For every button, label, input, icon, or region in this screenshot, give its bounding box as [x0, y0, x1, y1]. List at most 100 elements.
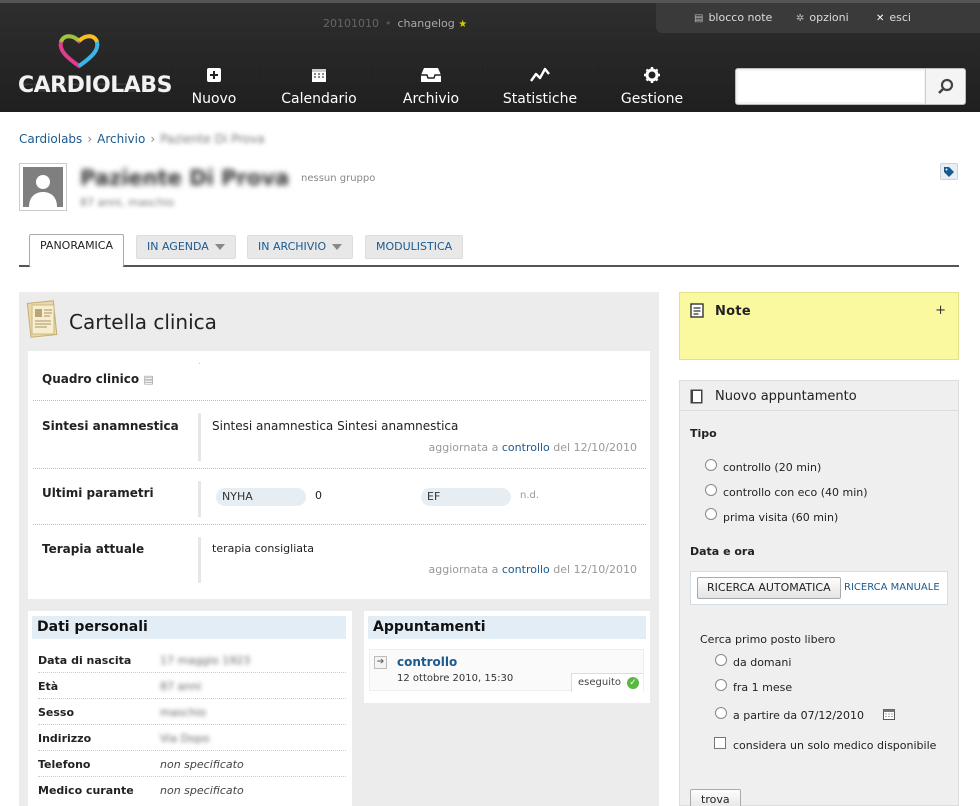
quadro-clinico-label: Quadro clinico ▤	[42, 372, 154, 386]
breadcrumb-home[interactable]: Cardiolabs	[19, 132, 82, 146]
calendar-icon[interactable]	[883, 708, 895, 720]
nuovo-appuntamento-panel: Nuovo appuntamento Tipo controllo (20 mi…	[679, 380, 959, 806]
inbox-icon	[421, 68, 441, 82]
patient-info: 87 anni, maschio	[80, 196, 175, 209]
solo-medico-label: considera un solo medico disponibile	[733, 739, 937, 752]
medical-record-icon	[26, 300, 58, 338]
cartella-clinica-panel: Cartella clinica Quadro clinico ▤ · Sint…	[19, 292, 659, 806]
gear-icon	[644, 67, 660, 83]
logout-link[interactable]: ✕ esci	[876, 11, 911, 24]
radio-da-domani[interactable]	[715, 654, 727, 666]
ricerca-manuale-link[interactable]: RICERCA MANUALE	[844, 582, 940, 593]
terapia-meta: aggiornata a controllo del 12/10/2010	[428, 563, 637, 576]
nav-gestione[interactable]: Gestione	[612, 61, 692, 111]
tab-in-agenda[interactable]: IN AGENDA	[136, 235, 236, 259]
avatar	[19, 163, 67, 211]
nav-statistiche[interactable]: Statistiche	[494, 61, 586, 111]
trova-button[interactable]: trova	[690, 789, 741, 806]
ricerca-automatica-button[interactable]: RICERCA AUTOMATICA	[697, 577, 841, 599]
tab-panoramica[interactable]: PANORAMICA	[29, 234, 125, 267]
dp-row: Indirizzo Via Dopo	[38, 725, 346, 751]
dp-row: Medico curante non specificato	[38, 784, 244, 797]
tag-button[interactable]	[940, 163, 958, 180]
notepad-icon: ▤	[694, 13, 704, 24]
check-icon: ✓	[627, 677, 639, 689]
sintesi-label: Sintesi anamnestica	[42, 419, 179, 433]
logo-reflection: CARDIOLABS	[18, 80, 172, 94]
option-da-domani: da domani	[733, 656, 792, 669]
patient-name: Paziente Di Prova	[80, 166, 290, 190]
patient-group[interactable]: nessun gruppo	[301, 173, 375, 184]
data-ora-label: Data e ora	[690, 545, 755, 558]
nav-archivio[interactable]: Archivio	[386, 61, 476, 111]
nyha-pill: NYHA	[216, 488, 306, 506]
gear-icon: ✲	[796, 13, 805, 24]
terapia-controllo-link[interactable]: controllo	[502, 563, 550, 576]
add-note-button[interactable]: +	[935, 303, 946, 318]
option-controllo-eco: controllo con eco (40 min)	[723, 486, 868, 499]
appointment-title[interactable]: controllo	[397, 655, 457, 669]
appointment-date: 12 ottobre 2010, 15:30	[397, 673, 514, 684]
chevron-down-icon	[332, 244, 343, 250]
search-icon	[937, 78, 953, 94]
version-info: 20101010 • changelog ★	[323, 17, 468, 30]
sintesi-controllo-link[interactable]: controllo	[502, 441, 550, 454]
status-badge: eseguito ✓	[571, 673, 643, 692]
dati-personali-title: Dati personali	[32, 616, 346, 639]
solo-medico-checkbox[interactable]	[714, 737, 726, 749]
breadcrumb-archivio[interactable]: Archivio	[97, 132, 145, 146]
appuntamenti-title: Appuntamenti	[368, 616, 646, 639]
sintesi-value: Sintesi anamnestica Sintesi anamnestica	[212, 419, 459, 433]
sintesi-row: Sintesi anamnestica Sintesi anamnestica …	[33, 401, 646, 469]
terapia-label: Terapia attuale	[42, 542, 145, 556]
app-logo[interactable]: CARDIOLABS CARDIOLABS	[18, 31, 172, 111]
radio-controllo[interactable]	[705, 459, 717, 471]
cartella-title: Cartella clinica	[69, 310, 217, 334]
radio-fra-1-mese[interactable]	[715, 679, 727, 691]
line-chart-icon	[530, 67, 550, 82]
terapia-value: terapia consigliata	[212, 542, 315, 555]
search-box	[735, 68, 966, 105]
breadcrumb-current: Paziente Di Prova	[160, 132, 265, 146]
nav-calendario[interactable]: Calendario	[272, 61, 366, 111]
chevron-down-icon	[214, 244, 225, 250]
nuovo-appuntamento-title: Nuovo appuntamento	[715, 389, 857, 404]
dp-row: Telefono non specificato	[38, 751, 346, 777]
cartella-content: Quadro clinico ▤ · Sintesi anamnestica S…	[28, 351, 650, 599]
note-title: Note	[715, 304, 752, 319]
nav-nuovo[interactable]: Nuovo	[182, 61, 246, 111]
options-link[interactable]: ✲ opzioni	[796, 11, 849, 24]
option-a-partire-da: a partire da 07/12/2010	[733, 709, 865, 722]
dp-row: Sesso maschio	[38, 699, 346, 725]
calendar-icon	[312, 69, 326, 82]
notepad-link[interactable]: ▤ blocco note	[694, 11, 772, 24]
search-button[interactable]	[925, 69, 965, 104]
arrow-right-icon[interactable]: ➔	[374, 656, 387, 669]
option-prima-visita: prima visita (60 min)	[723, 511, 839, 524]
notepad-icon	[690, 303, 704, 318]
breadcrumb: Cardiolabs › Archivio › Paziente Di Prova	[19, 132, 265, 146]
radio-a-partire-da[interactable]	[715, 707, 727, 719]
user-silhouette-icon	[29, 175, 57, 207]
changelog-link[interactable]: changelog	[398, 17, 455, 30]
appointment-item[interactable]: ➔ controllo 12 ottobre 2010, 15:30 esegu…	[369, 649, 644, 692]
tab-in-archivio[interactable]: IN ARCHIVIO	[247, 235, 354, 259]
close-icon: ✕	[876, 13, 885, 24]
radio-controllo-eco[interactable]	[705, 484, 717, 496]
search-mode-box: RICERCA AUTOMATICA RICERCA MANUALE	[690, 571, 948, 605]
ef-value: n.d.	[520, 490, 540, 501]
tabs-divider	[19, 265, 959, 267]
nuovo-appuntamento-header: Nuovo appuntamento	[680, 381, 958, 411]
tag-icon	[944, 166, 954, 177]
radio-prima-visita[interactable]	[705, 508, 717, 520]
tab-modulistica[interactable]: MODULISTICA	[365, 235, 464, 259]
tipo-label: Tipo	[690, 427, 717, 440]
quadro-clinico-value: ·	[198, 359, 202, 370]
quadro-clinico-row: Quadro clinico ▤ ·	[33, 351, 646, 401]
dp-row: Età 87 anni	[38, 673, 346, 699]
sintesi-meta: aggiornata a controllo del 12/10/2010	[428, 441, 637, 454]
notes-icon[interactable]: ▤	[143, 373, 153, 386]
search-input[interactable]	[738, 71, 924, 102]
option-fra-1-mese: fra 1 mese	[733, 681, 793, 694]
dp-row: Data di nascita 17 maggio 1923	[38, 647, 346, 673]
